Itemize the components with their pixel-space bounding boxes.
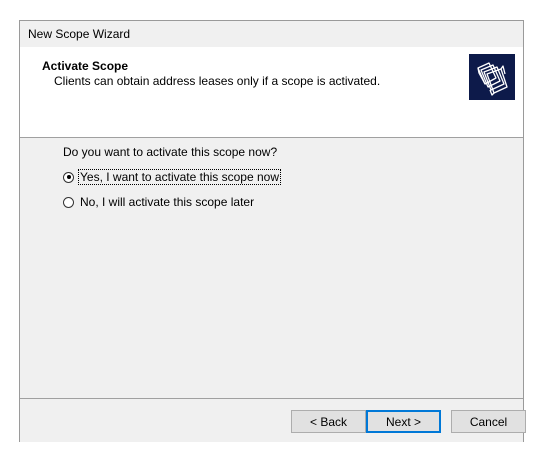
- activate-now-radio[interactable]: [63, 171, 74, 183]
- activate-now-label[interactable]: Yes, I want to activate this scope now: [77, 169, 282, 185]
- activate-now-option[interactable]: Yes, I want to activate this scope now: [63, 169, 282, 185]
- activate-later-label[interactable]: No, I will activate this scope later: [79, 195, 255, 209]
- wizard-body: Do you want to activate this scope now? …: [20, 138, 523, 398]
- activate-later-option[interactable]: No, I will activate this scope later: [63, 194, 255, 210]
- scope-folders-icon: [469, 54, 515, 100]
- cancel-button[interactable]: Cancel: [451, 410, 526, 433]
- wizard-footer: < Back Next > Cancel: [20, 398, 526, 442]
- dialog-title: New Scope Wizard: [28, 27, 131, 41]
- wizard-header: Activate Scope Clients can obtain addres…: [20, 47, 523, 138]
- back-button[interactable]: < Back: [291, 410, 366, 433]
- new-scope-wizard-dialog: New Scope Wizard Activate Scope Clients …: [19, 20, 526, 442]
- activate-later-radio[interactable]: [63, 196, 74, 208]
- next-button[interactable]: Next >: [366, 410, 441, 433]
- activation-question: Do you want to activate this scope now?: [63, 145, 278, 159]
- page-subtitle: Clients can obtain address leases only i…: [54, 74, 381, 88]
- page-title: Activate Scope: [42, 59, 129, 73]
